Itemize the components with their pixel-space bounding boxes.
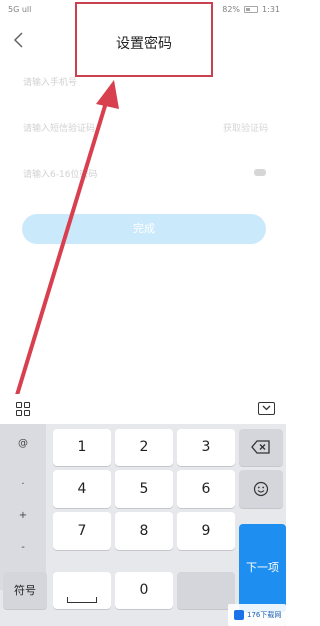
key-9[interactable]: 9	[177, 512, 235, 550]
keyboard-hide-icon[interactable]	[258, 402, 275, 415]
emoji-button[interactable]	[239, 470, 283, 508]
key-3[interactable]: 3	[177, 429, 235, 466]
blank-key[interactable]	[177, 572, 235, 609]
backspace-icon	[251, 440, 270, 454]
key-2[interactable]: 2	[115, 429, 173, 466]
keyboard-toolbar	[0, 394, 286, 424]
space-key[interactable]	[53, 572, 111, 609]
key-6[interactable]: 6	[177, 470, 235, 508]
arrow-annotation	[15, 80, 119, 397]
watermark-logo-icon	[234, 610, 244, 620]
key-7[interactable]: 7	[53, 512, 111, 550]
symbol-key[interactable]: -	[0, 542, 46, 553]
next-button[interactable]: 下一项	[239, 524, 286, 612]
key-1[interactable]: 1	[53, 429, 111, 466]
backspace-button[interactable]	[239, 429, 283, 466]
symbol-column: @ . + -	[0, 424, 46, 590]
key-4[interactable]: 4	[53, 470, 111, 508]
watermark: 176下载网	[228, 604, 286, 626]
key-8[interactable]: 8	[115, 512, 173, 550]
symbol-key[interactable]: @	[0, 438, 46, 449]
emoji-icon	[253, 481, 269, 497]
symbol-key[interactable]: +	[0, 510, 46, 521]
symbol-key[interactable]: .	[0, 476, 46, 487]
watermark-text: 176下载网	[247, 611, 282, 619]
keyboard: @ . + - 1 2 3 4 5 6 7 8 9 下一项 符号 0	[0, 424, 286, 626]
key-0[interactable]: 0	[115, 572, 173, 609]
symbol-switch-button[interactable]: 符号	[3, 572, 47, 609]
key-5[interactable]: 5	[115, 470, 173, 508]
grid-icon[interactable]	[16, 402, 30, 416]
